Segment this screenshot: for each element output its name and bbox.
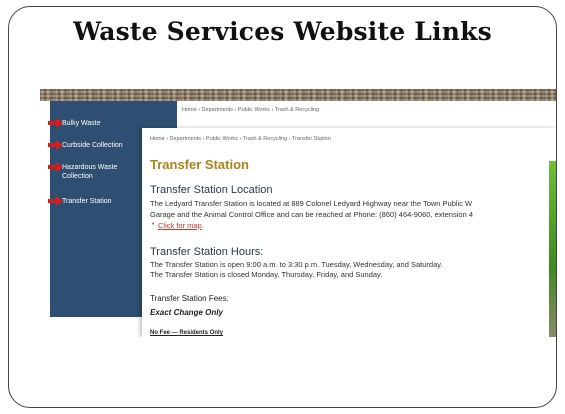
background-breadcrumb: Home › Departments › Public Works › Tras… [182,107,320,113]
sidebar-item-bulky-waste[interactable]: Bulky Waste [62,119,101,128]
bullet-icon: • [152,221,155,228]
location-heading: Transfer Station Location [150,184,273,196]
page-title: Transfer Station [150,157,249,172]
hours-heading: Transfer Station Hours: [150,246,264,258]
hours-text-line-1: The Transfer Station is open 9:00 a.m. t… [150,260,443,269]
hours-text-line-2: The Transfer Station is closed Monday, T… [150,270,383,279]
fees-label: Transfer Station Fees: [150,294,229,303]
map-link[interactable]: Click for map [158,221,202,230]
red-arrow-icon [48,118,63,128]
website-screenshot: Home › Departments › Public Works › Tras… [40,89,556,337]
fees-value: Exact Change Only [150,308,223,317]
fee-note: No Fee — Residents Only [150,330,224,336]
location-text-line-2: Garage and the Animal Control Office and… [150,210,473,219]
slide-title: Waste Services Website Links [73,17,492,46]
breadcrumb: Home › Departments › Public Works › Tras… [150,136,331,142]
transfer-station-page: Home › Departments › Public Works › Tras… [142,128,556,337]
red-arrow-icon [48,140,63,150]
red-arrow-icon [48,196,63,206]
header-banner-image [40,89,556,101]
sidebar-item-transfer-station[interactable]: Transfer Station [62,197,112,206]
red-arrow-icon [48,162,63,172]
sidebar-item-curbside-collection[interactable]: Curbside Collection [62,141,123,150]
slide-frame: Waste Services Website Links Home › Depa… [8,6,557,408]
location-text-line-1: The Ledyard Transfer Station is located … [150,199,473,208]
side-photo [549,161,556,337]
sidebar-item-hazardous-waste[interactable]: Hazardous Waste Collection [62,163,142,181]
